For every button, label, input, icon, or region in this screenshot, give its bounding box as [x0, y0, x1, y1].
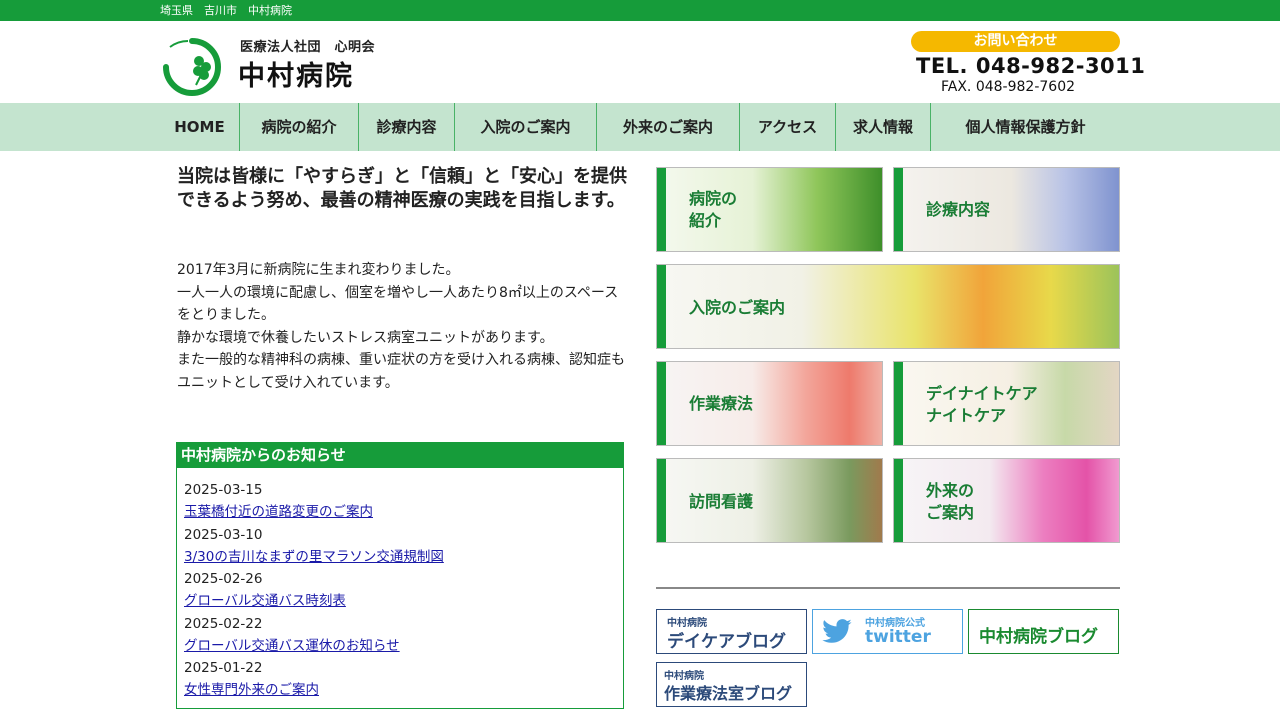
- tel-number[interactable]: TEL. 048-982-3011: [916, 54, 1145, 78]
- tile-accent-bar: [657, 459, 666, 542]
- section-divider: [656, 587, 1120, 589]
- tile-accent-bar: [657, 362, 666, 445]
- tile-label: 診療内容: [926, 200, 991, 219]
- top-bar: 埼玉県 吉川市 中村病院: [0, 0, 1280, 21]
- nav-recruit[interactable]: 求人情報: [836, 103, 930, 151]
- tile-therapy[interactable]: 作業療法: [656, 361, 883, 446]
- news-link[interactable]: 女性専門外来のご案内: [184, 679, 623, 702]
- tile-label: 外来の ご案内: [926, 481, 975, 522]
- tile-services[interactable]: 診療内容: [893, 167, 1120, 252]
- intro-text: 2017年3月に新病院に生まれ変わりました。 一人一人の環境に配慮し、個室を増や…: [177, 259, 627, 394]
- daycare-blog-banner[interactable]: 中村病院 デイケアブログ: [656, 609, 807, 654]
- tile-about[interactable]: 病院の 紹介: [656, 167, 883, 252]
- news-title: 中村病院からのお知らせ: [177, 443, 623, 468]
- therapy-blog-banner[interactable]: 中村病院 作業療法室ブログ: [656, 662, 807, 707]
- nav-access[interactable]: アクセス: [740, 103, 835, 151]
- news-link[interactable]: 3/30の吉川なまずの里マラソン交通規制図: [184, 546, 623, 569]
- lead-statement: 当院は皆様に「やすらぎ」と「信頼」と「安心」を提供できるよう努め、最善の精神医療…: [177, 166, 627, 211]
- news-link[interactable]: グローバル交通バス運休のお知らせ: [184, 635, 623, 658]
- intro-line: 一人一人の環境に配慮し、個室を増やし一人あたり8㎡以上のスペースをとりました。: [177, 284, 619, 324]
- news-link[interactable]: グローバル交通バス時刻表: [184, 590, 623, 613]
- blog-big-label: 中村病院ブログ: [979, 627, 1098, 647]
- tile-daynightcare[interactable]: デイナイトケア ナイトケア: [893, 361, 1120, 446]
- nav-inpatient[interactable]: 入院のご案内: [455, 103, 596, 151]
- twitter-bird-icon: [822, 619, 852, 643]
- site-header: 医療法人社団 心明会 中村病院 お問い合わせ TEL. 048-982-3011…: [0, 21, 1280, 103]
- news-date: 2025-02-22: [184, 615, 263, 632]
- nav-outpatient[interactable]: 外来のご案内: [597, 103, 739, 151]
- news-link[interactable]: 玉葉橋付近の道路変更のご案内: [184, 501, 623, 524]
- hospital-name[interactable]: 中村病院: [238, 54, 354, 93]
- news-list: 2025-03-15 玉葉橋付近の道路変更のご案内 2025-03-10 3/3…: [177, 468, 623, 702]
- fax-number: FAX. 048-982-7602: [941, 79, 1076, 95]
- tile-inpatient[interactable]: 入院のご案内: [656, 264, 1120, 349]
- news-date: 2025-03-10: [184, 526, 263, 543]
- contact-button[interactable]: お問い合わせ: [911, 31, 1120, 52]
- tile-accent-bar: [894, 362, 903, 445]
- nav-about[interactable]: 病院の紹介: [240, 103, 358, 151]
- tile-label: 入院のご案内: [689, 298, 786, 317]
- tile-accent-bar: [894, 459, 903, 542]
- hospital-logo-icon[interactable]: [160, 33, 224, 97]
- tile-label: 訪問看護: [689, 492, 754, 511]
- blog-big-label: 作業療法室ブログ: [664, 684, 793, 703]
- blog-big-label: twitter: [865, 627, 931, 647]
- news-date: 2025-01-22: [184, 660, 263, 676]
- nav-home[interactable]: HOME: [160, 103, 239, 151]
- news-box: 中村病院からのお知らせ 2025-03-15 玉葉橋付近の道路変更のご案内 20…: [176, 442, 624, 709]
- tile-label: デイナイトケア ナイトケア: [926, 384, 1038, 425]
- org-name: 医療法人社団 心明会: [240, 40, 376, 55]
- tile-label: 病院の 紹介: [689, 189, 738, 230]
- hospital-blog-banner[interactable]: 中村病院ブログ: [968, 609, 1119, 654]
- blog-big-label: デイケアブログ: [667, 632, 786, 652]
- tile-outpatient[interactable]: 外来の ご案内: [893, 458, 1120, 543]
- nav-services[interactable]: 診療内容: [359, 103, 454, 151]
- tile-label: 作業療法: [689, 394, 754, 413]
- tile-accent-bar: [657, 168, 666, 251]
- news-date: 2025-03-15: [184, 482, 263, 498]
- intro-line: 静かな環境で休養したいストレス病室ユニットがあります。: [177, 329, 554, 346]
- twitter-banner[interactable]: 中村病院公式 twitter: [812, 609, 963, 654]
- intro-line: 2017年3月に新病院に生まれ変わりました。: [177, 262, 460, 278]
- nav-privacy[interactable]: 個人情報保護方針: [931, 103, 1120, 151]
- intro-line: また一般的な精神科の病棟、重い症状の方を受け入れる病棟、認知症もユニットとして受…: [177, 352, 625, 391]
- breadcrumb: 埼玉県 吉川市 中村病院: [160, 4, 292, 17]
- tile-accent-bar: [657, 265, 666, 348]
- tile-accent-bar: [894, 168, 903, 251]
- tile-visiting-nurse[interactable]: 訪問看護: [656, 458, 883, 543]
- news-date: 2025-02-26: [184, 571, 263, 587]
- main-nav: HOME 病院の紹介 診療内容 入院のご案内 外来のご案内 アクセス 求人情報 …: [0, 103, 1280, 151]
